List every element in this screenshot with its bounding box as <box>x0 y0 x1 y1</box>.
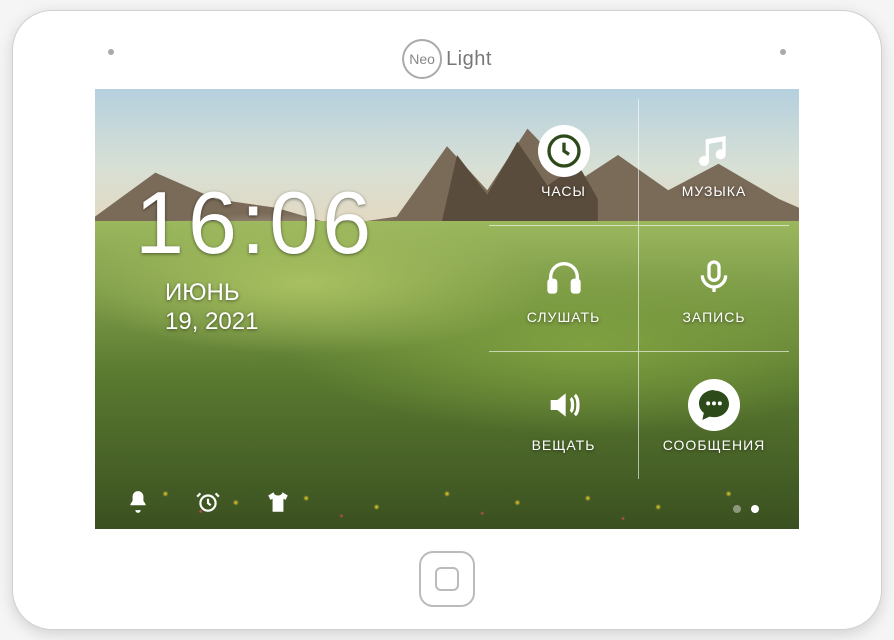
menu-clock[interactable]: ЧАСЫ <box>489 99 639 226</box>
menu-record-label: ЗАПИСЬ <box>682 309 745 325</box>
time-text: 16:06 <box>135 179 375 267</box>
home-button[interactable] <box>419 551 475 607</box>
page-indicator[interactable] <box>733 505 759 513</box>
brand-logo: Neo Light <box>402 39 492 79</box>
clock-display: 16:06 ИЮНЬ 19, 2021 <box>135 179 375 337</box>
messages-icon <box>688 379 740 431</box>
menu-listen[interactable]: СЛУШАТЬ <box>489 226 639 353</box>
alarm-icon[interactable] <box>193 487 223 517</box>
date-text: ИЮНЬ 19, 2021 <box>165 279 375 337</box>
clock-icon <box>538 125 590 177</box>
menu-broadcast-label: ВЕЩАТЬ <box>532 437 596 453</box>
headphones-icon <box>538 251 590 303</box>
music-icon <box>688 125 740 177</box>
home-button-glyph <box>435 567 459 591</box>
date-day-year: 19, 2021 <box>165 308 258 335</box>
device-frame: Neo Light 16:06 ИЮНЬ 19, 2021 <box>12 10 882 630</box>
status-bar <box>123 487 293 517</box>
brand-circle: Neo <box>402 39 442 79</box>
menu-music[interactable]: МУЗЫКА <box>639 99 789 226</box>
menu-music-label: МУЗЫКА <box>682 183 747 199</box>
page-dot-0 <box>733 505 741 513</box>
page-dot-1 <box>751 505 759 513</box>
menu-listen-label: СЛУШАТЬ <box>527 309 601 325</box>
menu-clock-label: ЧАСЫ <box>541 183 586 199</box>
date-month: ИЮНЬ <box>165 279 240 306</box>
speaker-icon <box>538 379 590 431</box>
shirt-icon[interactable] <box>263 487 293 517</box>
menu-broadcast[interactable]: ВЕЩАТЬ <box>489 352 639 479</box>
sensor-dot-right <box>780 49 786 55</box>
menu-messages-label: СООБЩЕНИЯ <box>663 437 766 453</box>
menu-messages[interactable]: СООБЩЕНИЯ <box>639 352 789 479</box>
sensor-dot-left <box>108 49 114 55</box>
menu-grid: ЧАСЫ МУЗЫКА СЛУШАТЬ <box>489 99 789 479</box>
menu-record[interactable]: ЗАПИСЬ <box>639 226 789 353</box>
bell-icon[interactable] <box>123 487 153 517</box>
screen-overlay: 16:06 ИЮНЬ 19, 2021 ЧАСЫ МУЗ <box>95 89 799 529</box>
screen: 16:06 ИЮНЬ 19, 2021 ЧАСЫ МУЗ <box>95 89 799 529</box>
microphone-icon <box>688 251 740 303</box>
brand-text: Light <box>446 48 492 71</box>
